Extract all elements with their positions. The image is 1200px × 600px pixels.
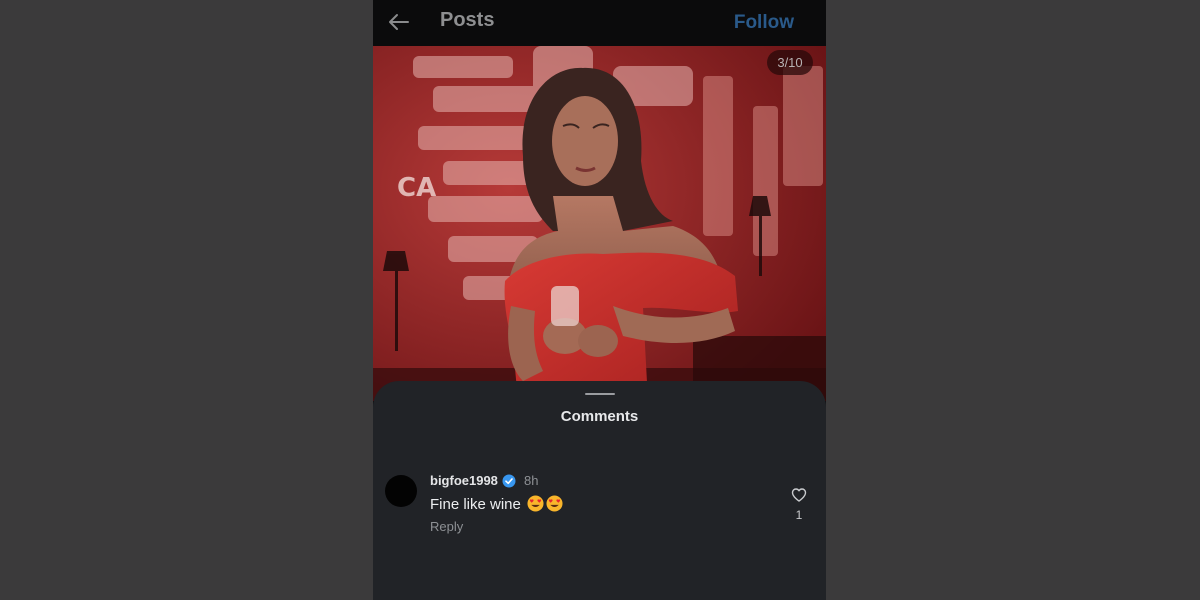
heart-eyes-emoji-icon: [546, 495, 563, 516]
like-count: 1: [795, 508, 803, 522]
svg-text:CA: CA: [397, 173, 436, 203]
avatar[interactable]: [385, 475, 417, 507]
comments-title: Comments: [560, 408, 639, 425]
top-bar: Posts Follow: [373, 0, 826, 46]
comment-item: bigfoe1998 8h Fine like wine Reply 1: [373, 471, 826, 541]
comment-body: Fine like wine: [430, 495, 563, 516]
heart-eyes-emoji-icon: [527, 495, 544, 516]
follow-button[interactable]: Follow: [734, 12, 794, 34]
page-title: Posts: [440, 9, 495, 31]
comments-sheet: Comments bigfoe1998 8h Fine like wine Re…: [373, 381, 826, 600]
post-image[interactable]: CA 3/10: [373, 46, 826, 401]
image-counter-badge: 3/10: [767, 50, 813, 75]
comment-text: Fine like wine: [430, 496, 521, 513]
heart-icon[interactable]: [791, 487, 807, 503]
verified-badge-icon: [502, 474, 516, 488]
phone-screen: Posts Follow CA 3/10 Comments bigfoe1998…: [373, 0, 826, 600]
comment-timestamp: 8h: [524, 473, 539, 488]
back-arrow-icon[interactable]: [387, 10, 411, 34]
sheet-drag-handle[interactable]: [585, 393, 615, 395]
reply-button[interactable]: Reply: [430, 519, 463, 534]
comment-username[interactable]: bigfoe1998: [430, 473, 498, 488]
